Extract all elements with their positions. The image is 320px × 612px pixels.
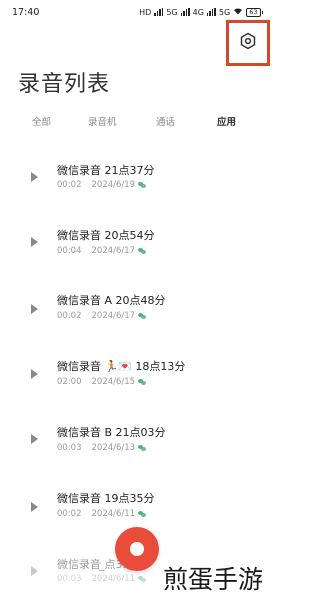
network-label-1: HD	[139, 7, 152, 17]
recording-date: 2024/6/11	[91, 574, 136, 584]
recording-item[interactable]: 微信录音 A 20点48分 00:02 2024/6/17	[0, 287, 273, 347]
recording-item[interactable]: 微信录音 B 21点03分 00:03 2024/6/13	[0, 420, 273, 480]
wechat-icon	[138, 445, 147, 451]
recording-meta: 00:03 2024/6/13	[57, 443, 147, 453]
page-title: 录音列表	[18, 72, 111, 97]
wechat-icon	[138, 511, 147, 517]
recording-title: 微信录音 20点54分	[57, 229, 155, 242]
tab-calls[interactable]: 通话	[156, 114, 175, 128]
recording-title: 微信录音 🏃💌 18点13分	[57, 360, 186, 373]
recording-date: 2024/6/11	[91, 509, 136, 519]
recording-duration: 00:03	[57, 443, 82, 453]
status-bar: 17:40 HD 5G 4G 5G 63	[0, 0, 273, 22]
recording-title: 微信录音 A 20点48分	[57, 294, 166, 307]
wechat-icon	[138, 182, 147, 188]
recording-date: 2024/6/19	[91, 180, 136, 190]
recording-date: 2024/6/17	[91, 246, 136, 256]
watermark: 煎蛋手游	[163, 565, 264, 594]
tab-bar: 全部 录音机 通话 应用	[0, 114, 273, 134]
play-icon[interactable]	[31, 566, 38, 576]
recording-meta: 00:03 2024/6/11	[57, 574, 147, 584]
wechat-icon	[138, 313, 147, 319]
status-icons: HD 5G 4G 5G 63	[139, 7, 263, 17]
tab-recorder[interactable]: 录音机	[88, 114, 117, 128]
recording-meta: 00:02 2024/6/19	[57, 180, 147, 190]
play-icon[interactable]	[31, 369, 38, 379]
recording-duration: 00:02	[57, 180, 82, 190]
play-icon[interactable]	[31, 237, 38, 247]
recording-duration: 00:03	[57, 574, 82, 584]
recording-duration: 00:04	[57, 246, 82, 256]
recording-title: 微信录音 B 21点03分	[57, 426, 166, 439]
tab-all[interactable]: 全部	[32, 114, 51, 128]
recording-date: 2024/6/15	[91, 377, 136, 387]
battery-icon: 63	[246, 7, 263, 17]
signal-icon	[180, 8, 190, 16]
signal-icon	[154, 8, 164, 16]
recording-duration: 00:02	[57, 509, 82, 519]
wechat-icon	[138, 576, 147, 582]
play-icon[interactable]	[31, 172, 38, 182]
recording-title: 微信录音 19点35分	[57, 492, 155, 505]
play-icon[interactable]	[31, 502, 38, 512]
recording-meta: 02:00 2024/6/15	[57, 377, 147, 387]
recording-duration: 02:00	[57, 377, 82, 387]
recording-duration: 00:02	[57, 311, 82, 321]
play-icon[interactable]	[31, 304, 38, 314]
network-label-3: 4G	[192, 7, 204, 17]
battery-level: 63	[246, 7, 261, 17]
tab-apps[interactable]: 应用	[217, 114, 236, 128]
recording-date: 2024/6/17	[91, 311, 136, 321]
recording-meta: 00:04 2024/6/17	[57, 246, 147, 256]
network-label-4: 5G	[218, 7, 231, 17]
recording-item[interactable]: 微信录音 21点37分 00:02 2024/6/19	[0, 155, 273, 215]
record-icon	[130, 542, 144, 556]
record-button[interactable]	[115, 527, 159, 571]
recording-date: 2024/6/13	[91, 443, 136, 453]
wechat-icon	[138, 379, 147, 385]
recording-title: 微信录音 21点37分	[57, 164, 155, 177]
network-label-2: 5G	[166, 7, 178, 17]
signal-icon	[206, 8, 216, 16]
play-icon[interactable]	[31, 434, 38, 444]
status-time: 17:40	[12, 7, 40, 18]
recording-item[interactable]: 微信录音 20点54分 00:04 2024/6/17	[0, 222, 273, 282]
recording-item[interactable]: 微信录音 🏃💌 18点13分 02:00 2024/6/15	[0, 354, 273, 414]
recording-meta: 00:02 2024/6/17	[57, 311, 147, 321]
wechat-icon	[138, 248, 147, 254]
gear-icon	[239, 32, 257, 54]
wifi-icon	[233, 7, 243, 17]
recording-meta: 00:02 2024/6/11	[57, 509, 147, 519]
settings-button[interactable]	[226, 20, 270, 66]
